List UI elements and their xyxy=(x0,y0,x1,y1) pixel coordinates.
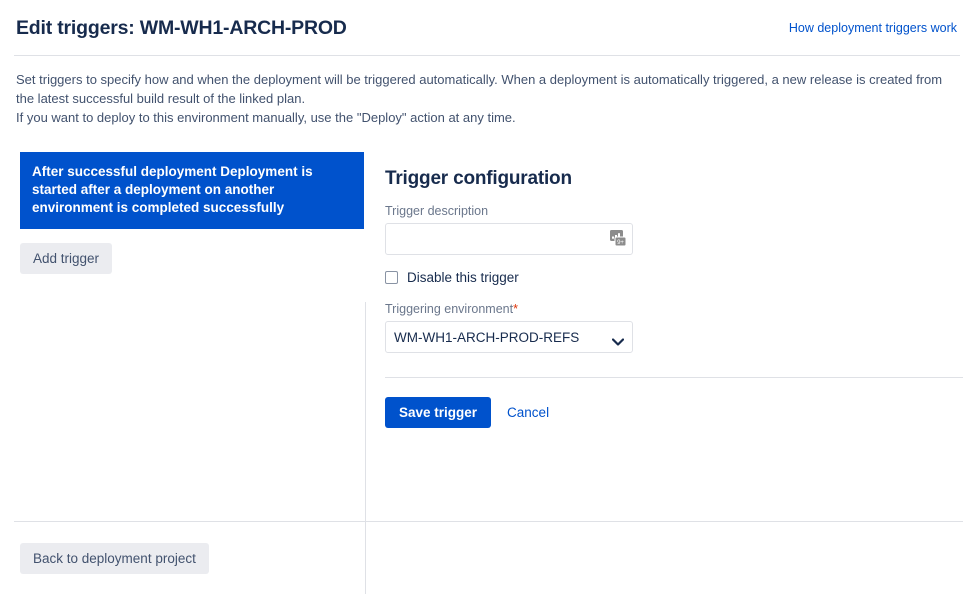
description-line-2: If you want to deploy to this environmen… xyxy=(16,110,516,125)
triggering-environment-label: Triggering environment* xyxy=(385,302,963,316)
triggers-list-panel: After successful deployment Deployment i… xyxy=(20,152,364,274)
triggering-environment-select[interactable]: WM-WH1-ARCH-PROD-REFS xyxy=(385,321,633,353)
back-to-deployment-project-button[interactable]: Back to deployment project xyxy=(20,543,209,574)
save-trigger-button[interactable]: Save trigger xyxy=(385,397,492,428)
header-divider xyxy=(14,55,960,56)
page-header: Edit triggers: WM-WH1-ARCH-PROD How depl… xyxy=(0,0,973,56)
form-actions: Save trigger Cancel xyxy=(385,397,963,428)
edit-triggers-page: Edit triggers: WM-WH1-ARCH-PROD How depl… xyxy=(0,0,973,594)
cancel-link[interactable]: Cancel xyxy=(507,405,549,420)
disable-trigger-checkbox-row[interactable]: Disable this trigger xyxy=(385,270,963,285)
page-title: Edit triggers: WM-WH1-ARCH-PROD xyxy=(16,16,347,39)
description-line-1: Set triggers to specify how and when the… xyxy=(16,72,943,106)
disable-trigger-label: Disable this trigger xyxy=(407,270,519,285)
triggering-environment-select-wrap: WM-WH1-ARCH-PROD-REFS xyxy=(385,321,633,353)
triggering-environment-label-text: Triggering environment xyxy=(385,302,514,316)
disable-trigger-checkbox[interactable] xyxy=(385,271,398,284)
actions-divider xyxy=(385,377,963,378)
add-trigger-button[interactable]: Add trigger xyxy=(20,243,113,274)
page-description: Set triggers to specify how and when the… xyxy=(16,70,961,127)
column-divider xyxy=(365,302,366,594)
triggering-environment-group: Triggering environment* WM-WH1-ARCH-PROD… xyxy=(385,302,963,353)
trigger-description-label: Trigger description xyxy=(385,204,489,218)
trigger-list-item-selected[interactable]: After successful deployment Deployment i… xyxy=(20,152,364,229)
trigger-configuration-panel: Trigger configuration Trigger descriptio… xyxy=(385,168,963,428)
how-deployment-triggers-work-link[interactable]: How deployment triggers work xyxy=(789,21,957,35)
required-asterisk: * xyxy=(513,302,518,316)
trigger-description-input[interactable] xyxy=(385,223,633,255)
page-footer: Back to deployment project xyxy=(20,543,209,574)
triggers-body: After successful deployment Deployment i… xyxy=(0,150,973,594)
section-title: Trigger configuration xyxy=(385,168,572,189)
trigger-description-input-wrap: 9+ xyxy=(385,223,633,255)
footer-divider xyxy=(14,521,963,522)
